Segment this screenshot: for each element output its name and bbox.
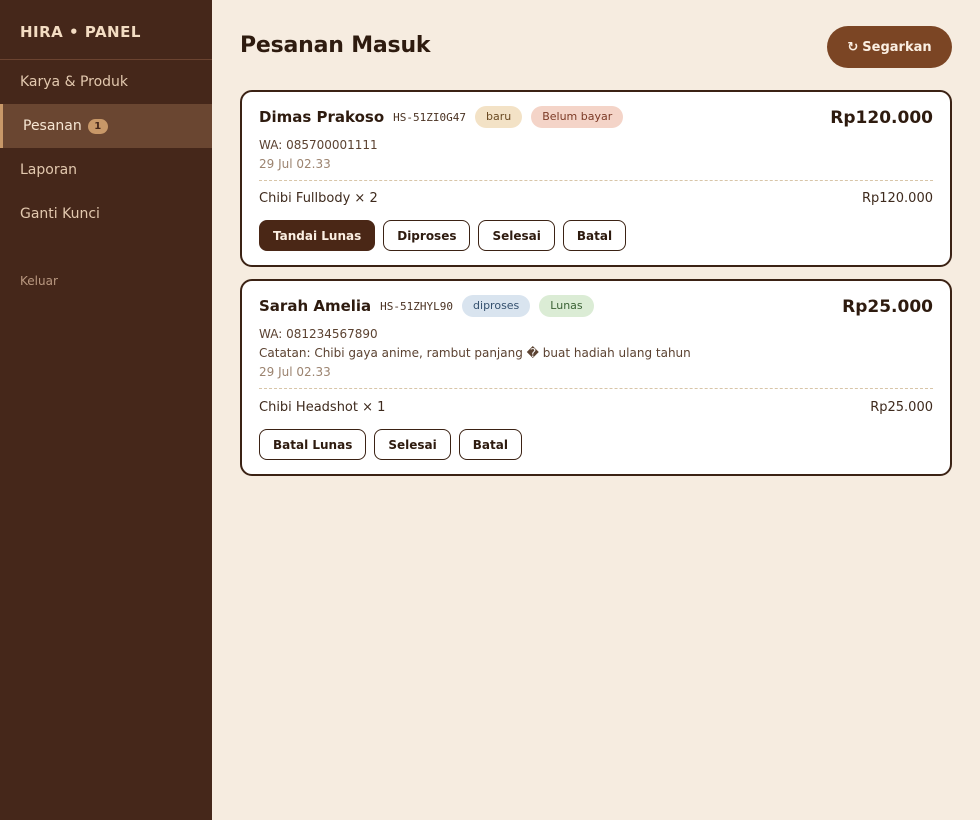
sidebar-item-ganti-kunci[interactable]: Ganti Kunci (0, 192, 212, 236)
order-header: Dimas Prakoso HS-51ZI0G47 baru Belum bay… (259, 106, 624, 128)
order-item-name: Chibi Fullbody × 2 (259, 191, 378, 206)
refresh-icon: ↻ (847, 39, 859, 55)
order-date: 29 Jul 02.33 (259, 365, 331, 379)
sidebar-item-laporan[interactable]: Laporan (0, 148, 212, 192)
refresh-label: Segarkan (862, 39, 932, 55)
customer-whatsapp: WA: 085700001111 (259, 138, 378, 152)
order-item-row: Chibi Fullbody × 2 Rp120.000 (259, 191, 933, 206)
sidebar-item-label: Pesanan (23, 118, 82, 134)
sidebar: HIRA • PANEL Karya & Produk Pesanan 1 La… (0, 0, 212, 820)
cancel-order-button[interactable]: Batal (562, 220, 627, 251)
order-item-row: Chibi Headshot × 1 Rp25.000 (259, 400, 933, 415)
logout-link[interactable]: Keluar (20, 274, 58, 288)
sidebar-item-pesanan[interactable]: Pesanan 1 (0, 104, 212, 148)
mark-paid-button[interactable]: Tandai Lunas (259, 220, 376, 251)
order-actions: Tandai Lunas Diproses Selesai Batal (259, 220, 627, 251)
cancel-order-button[interactable]: Batal (458, 429, 522, 460)
pesanan-count-badge: 1 (87, 118, 108, 134)
page-title: Pesanan Masuk (240, 33, 431, 58)
order-code: HS-51ZI0G47 (393, 110, 466, 124)
customer-name: Dimas Prakoso (259, 108, 385, 126)
mark-done-button[interactable]: Selesai (478, 220, 555, 251)
mark-processing-button[interactable]: Diproses (383, 220, 471, 251)
order-total: Rp120.000 (830, 108, 933, 128)
sidebar-item-label: Ganti Kunci (20, 206, 100, 222)
card-divider (259, 388, 933, 389)
payment-badge: Lunas (539, 295, 594, 317)
order-date: 29 Jul 02.33 (259, 157, 331, 171)
order-card: Dimas Prakoso HS-51ZI0G47 baru Belum bay… (240, 90, 952, 267)
brand-logo: HIRA • PANEL (0, 0, 212, 60)
customer-name: Sarah Amelia (259, 297, 372, 315)
payment-badge: Belum bayar (531, 106, 624, 128)
customer-whatsapp: WA: 081234567890 (259, 327, 378, 341)
order-item-name: Chibi Headshot × 1 (259, 400, 386, 415)
order-item-price: Rp25.000 (870, 400, 933, 415)
mark-done-button[interactable]: Selesai (374, 429, 451, 460)
sidebar-item-karya-produk[interactable]: Karya & Produk (0, 60, 212, 104)
order-note: Catatan: Chibi gaya anime, rambut panjan… (259, 346, 691, 360)
sidebar-nav: Karya & Produk Pesanan 1 Laporan Ganti K… (0, 60, 212, 236)
status-badge: baru (474, 106, 523, 128)
order-item-price: Rp120.000 (861, 191, 933, 206)
sidebar-item-label: Laporan (20, 162, 78, 178)
main-content: Pesanan Masuk ↻ Segarkan Dimas Prakoso H… (212, 0, 980, 820)
order-card: Sarah Amelia HS-51ZHYL90 diproses Lunas … (240, 279, 952, 476)
order-actions: Batal Lunas Selesai Batal (259, 429, 522, 460)
order-header: Sarah Amelia HS-51ZHYL90 diproses Lunas (259, 295, 594, 317)
order-total: Rp25.000 (842, 297, 933, 317)
status-badge: diproses (462, 295, 531, 317)
order-code: HS-51ZHYL90 (380, 299, 454, 313)
refresh-button[interactable]: ↻ Segarkan (827, 26, 952, 68)
unmark-paid-button[interactable]: Batal Lunas (259, 429, 367, 460)
sidebar-item-label: Karya & Produk (20, 74, 129, 90)
card-divider (259, 180, 933, 181)
